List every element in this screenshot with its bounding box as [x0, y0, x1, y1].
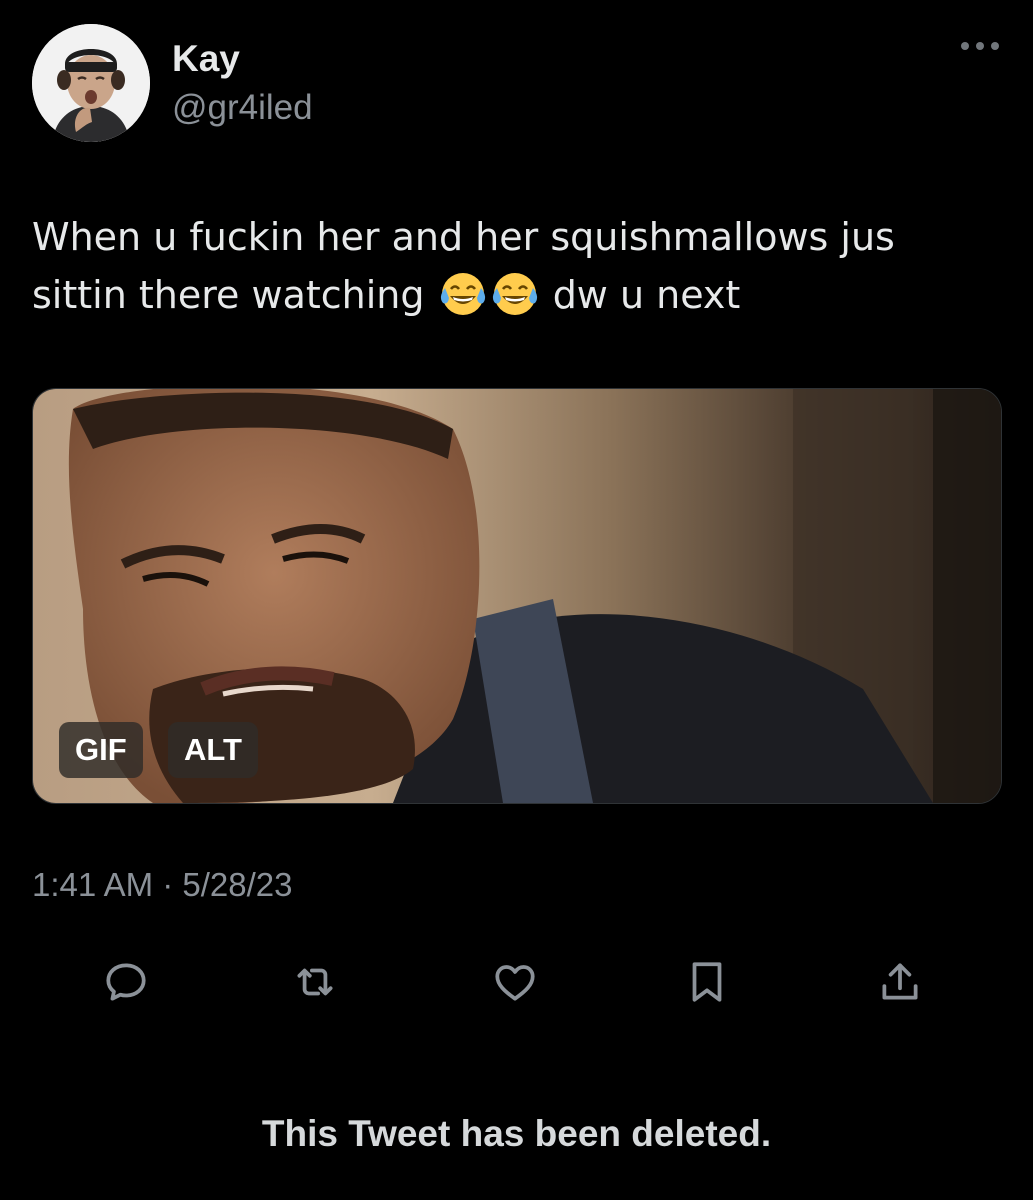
alt-text-button[interactable]: ALT — [168, 722, 258, 778]
tweet-media-gif[interactable]: GIF ALT — [32, 388, 1002, 804]
tears-of-joy-emoji-icon — [492, 273, 537, 315]
bookmark-icon — [692, 962, 722, 1002]
memoji-avatar-icon — [32, 24, 150, 142]
display-name[interactable]: Kay — [172, 38, 240, 80]
like-button[interactable] — [487, 954, 543, 1010]
tears-of-joy-emoji-icon — [440, 273, 485, 315]
heart-icon — [495, 965, 535, 1001]
user-handle[interactable]: @gr4iled — [172, 88, 313, 128]
share-button[interactable] — [872, 954, 928, 1010]
retweet-button[interactable] — [287, 954, 343, 1010]
retweet-arrows-icon — [297, 968, 333, 996]
reply-button[interactable] — [98, 954, 154, 1010]
more-options-icon[interactable] — [961, 42, 999, 50]
tweet-action-bar — [0, 954, 1033, 1010]
tweet-container: Kay @gr4iled When u fuckin her and her s… — [0, 0, 1033, 1200]
share-upload-icon — [882, 963, 918, 1000]
bookmark-button[interactable] — [679, 954, 735, 1010]
user-avatar[interactable] — [32, 24, 150, 142]
tweet-text: When u fuckin her and her squishmallows … — [32, 208, 992, 324]
gif-badge: GIF — [59, 722, 143, 778]
tweet-timestamp[interactable]: 1:41 AM · 5/28/23 — [32, 866, 293, 904]
speech-bubble-icon — [106, 963, 146, 1001]
deleted-tweet-notice: This Tweet has been deleted. — [261, 1113, 772, 1154]
tweet-text-part-2: dw u next — [552, 273, 741, 317]
